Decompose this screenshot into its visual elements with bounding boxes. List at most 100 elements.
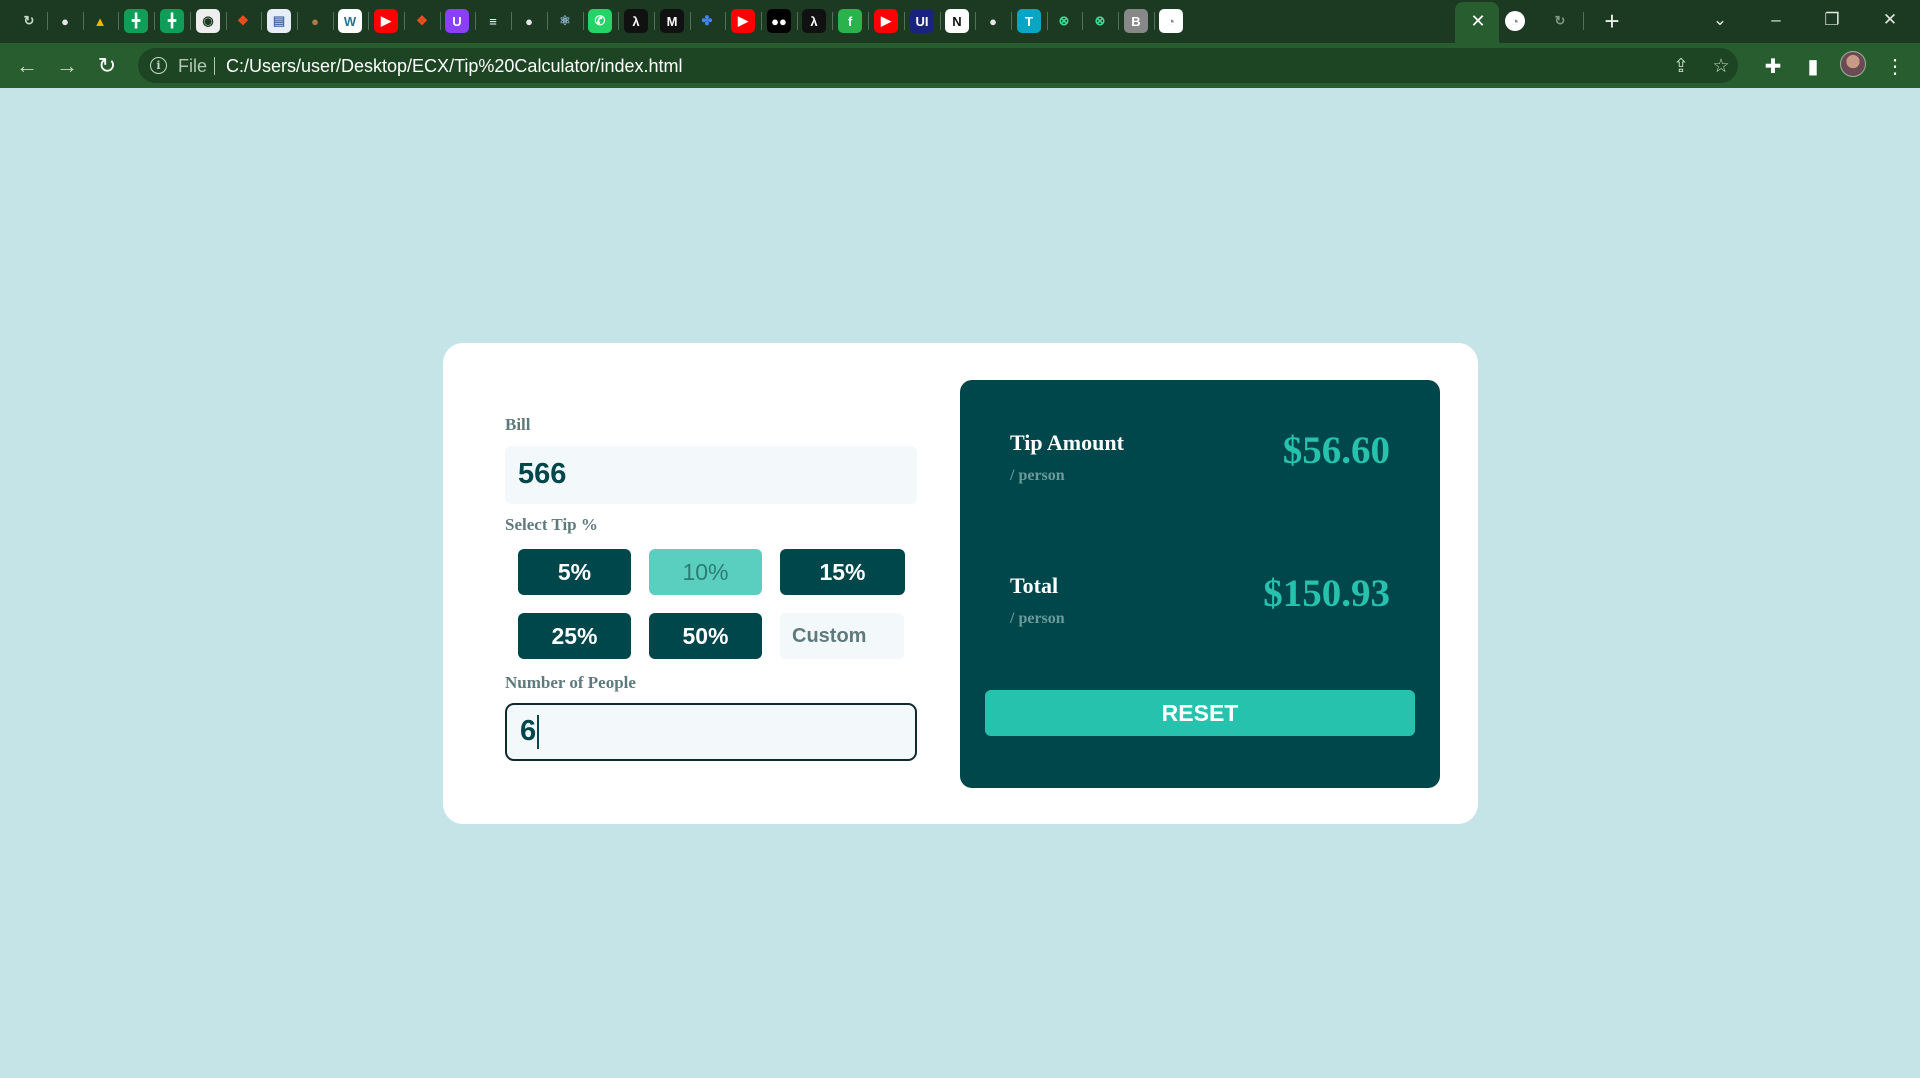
reload-icon[interactable]: ↻ xyxy=(91,50,123,82)
tab-divider xyxy=(1011,12,1012,30)
tab-divider xyxy=(868,12,869,30)
tab-divider xyxy=(1154,12,1155,30)
window-close-icon[interactable]: ✕ xyxy=(1870,4,1910,36)
bill-label: Bill xyxy=(505,415,531,434)
globe-icon[interactable]: ● xyxy=(981,9,1005,33)
profile-avatar[interactable] xyxy=(1840,51,1866,77)
tab-divider xyxy=(118,12,119,30)
tab-divider xyxy=(583,12,584,30)
globe-icon[interactable]: ● xyxy=(517,9,541,33)
omnibox-divider xyxy=(214,57,215,75)
custom-tip-input[interactable]: Custom xyxy=(780,613,904,659)
tab-divider xyxy=(297,12,298,30)
tab-divider xyxy=(404,12,405,30)
globe-icon[interactable]: ● xyxy=(53,9,77,33)
notion-icon[interactable]: N xyxy=(945,9,969,33)
page-icon[interactable]: ↻ xyxy=(17,9,41,33)
text-caret xyxy=(537,715,539,749)
address-bar[interactable]: i File C:/Users/user/Desktop/ECX/Tip%20C… xyxy=(138,48,1738,83)
page-icon[interactable]: ↻ xyxy=(1548,9,1572,33)
select-tip-label: Select Tip % xyxy=(505,515,598,534)
total-title: Total xyxy=(1010,573,1059,598)
total-value: $150.93 xyxy=(1263,572,1390,615)
tip-amount-title: Tip Amount xyxy=(1010,430,1124,455)
url-text[interactable]: C:/Users/user/Desktop/ECX/Tip%20Calculat… xyxy=(226,56,683,77)
feedly-icon[interactable]: f xyxy=(838,9,862,33)
tab-divider xyxy=(261,12,262,30)
restore-icon[interactable]: ❐ xyxy=(1812,4,1852,36)
tab-divider xyxy=(333,12,334,30)
people-input[interactable]: 6 xyxy=(505,703,917,761)
avatar-icon[interactable]: ● xyxy=(303,9,327,33)
forward-arrow-icon[interactable]: → xyxy=(51,50,83,82)
youtube-icon[interactable]: ▶ xyxy=(874,9,898,33)
tab-search-chevron-icon[interactable]: ⌄ xyxy=(1700,4,1740,36)
sheets-icon[interactable]: ╋ xyxy=(160,9,184,33)
info-icon[interactable]: i xyxy=(150,57,167,74)
whatsapp-icon[interactable]: ✆ xyxy=(588,9,612,33)
youtube-icon[interactable]: ▶ xyxy=(731,9,755,33)
t-icon[interactable]: T xyxy=(1017,9,1041,33)
tab-divider xyxy=(511,12,512,30)
tab-divider xyxy=(618,12,619,30)
tip-5-button[interactable]: 5% xyxy=(518,549,631,595)
tab-divider xyxy=(1583,12,1584,30)
bars-icon[interactable]: ≡ xyxy=(481,9,505,33)
tab-divider xyxy=(83,12,84,30)
tip-50-button[interactable]: 50% xyxy=(649,613,762,659)
medium-icon[interactable]: ●● xyxy=(767,9,791,33)
calculator-card: Bill 566 Select Tip % 5% 10% 15% 25% 50%… xyxy=(443,343,1478,824)
tab-divider xyxy=(1047,12,1048,30)
gem-icon[interactable]: ⊗ xyxy=(1088,9,1112,33)
tab-divider xyxy=(190,12,191,30)
tip-amount-value: $56.60 xyxy=(1282,429,1390,472)
browser-toolbar: ← → ↻ i File C:/Users/user/Desktop/ECX/T… xyxy=(0,43,1920,88)
bookmark-star-icon[interactable]: ☆ xyxy=(1708,53,1734,79)
tab-divider xyxy=(940,12,941,30)
back-arrow-icon[interactable]: ← xyxy=(11,50,43,82)
new-tab-plus-icon[interactable]: + xyxy=(1597,6,1627,36)
m-icon[interactable]: M xyxy=(660,9,684,33)
gem-icon[interactable]: ⊗ xyxy=(1052,9,1076,33)
tab-divider xyxy=(1082,12,1083,30)
u-icon[interactable]: U xyxy=(445,9,469,33)
tab-divider xyxy=(1118,12,1119,30)
lambda-icon[interactable]: λ xyxy=(624,9,648,33)
tab-divider xyxy=(154,12,155,30)
youtube-icon[interactable]: ▶ xyxy=(374,9,398,33)
react-icon[interactable]: ⚛ xyxy=(553,9,577,33)
minimize-icon[interactable]: – xyxy=(1756,4,1796,36)
tab-divider xyxy=(654,12,655,30)
reset-button[interactable]: RESET xyxy=(985,690,1415,736)
side-panel-icon[interactable]: ▮ xyxy=(1798,51,1828,81)
docs-icon[interactable]: ▤ xyxy=(267,9,291,33)
tip-15-button[interactable]: 15% xyxy=(780,549,905,595)
tip-10-button[interactable]: 10% xyxy=(649,549,762,595)
wordpress-icon[interactable]: W xyxy=(338,9,362,33)
tab-divider xyxy=(226,12,227,30)
tab-divider xyxy=(47,12,48,30)
clock-icon[interactable]: ◔ xyxy=(1159,9,1183,33)
close-tab-icon[interactable]: ✕ xyxy=(1466,9,1490,33)
colorful-icon[interactable]: ✤ xyxy=(695,9,719,33)
b-icon[interactable]: B xyxy=(1124,9,1148,33)
total-per-person: / person xyxy=(1010,610,1065,627)
bill-value: 566 xyxy=(518,458,567,490)
share-icon[interactable]: ⇪ xyxy=(1668,53,1694,79)
figma-icon[interactable]: ❖ xyxy=(231,9,255,33)
lambda-icon[interactable]: λ xyxy=(802,9,826,33)
drive-icon[interactable]: ▲ xyxy=(88,9,112,33)
ui-icon[interactable]: UI xyxy=(910,9,934,33)
tab-divider xyxy=(368,12,369,30)
profile-icon[interactable]: ◉ xyxy=(196,9,220,33)
tab-divider xyxy=(475,12,476,30)
bill-input[interactable]: 566 xyxy=(505,446,917,504)
tip-25-button[interactable]: 25% xyxy=(518,613,631,659)
clock-icon[interactable]: ◔ xyxy=(1505,11,1525,31)
tab-divider xyxy=(761,12,762,30)
figma-icon[interactable]: ❖ xyxy=(410,9,434,33)
scheme-label: File xyxy=(178,56,208,76)
sheets-icon[interactable]: ╋ xyxy=(124,9,148,33)
kebab-menu-icon[interactable]: ⋮ xyxy=(1880,51,1910,81)
extensions-puzzle-icon[interactable]: ✚ xyxy=(1758,51,1788,81)
